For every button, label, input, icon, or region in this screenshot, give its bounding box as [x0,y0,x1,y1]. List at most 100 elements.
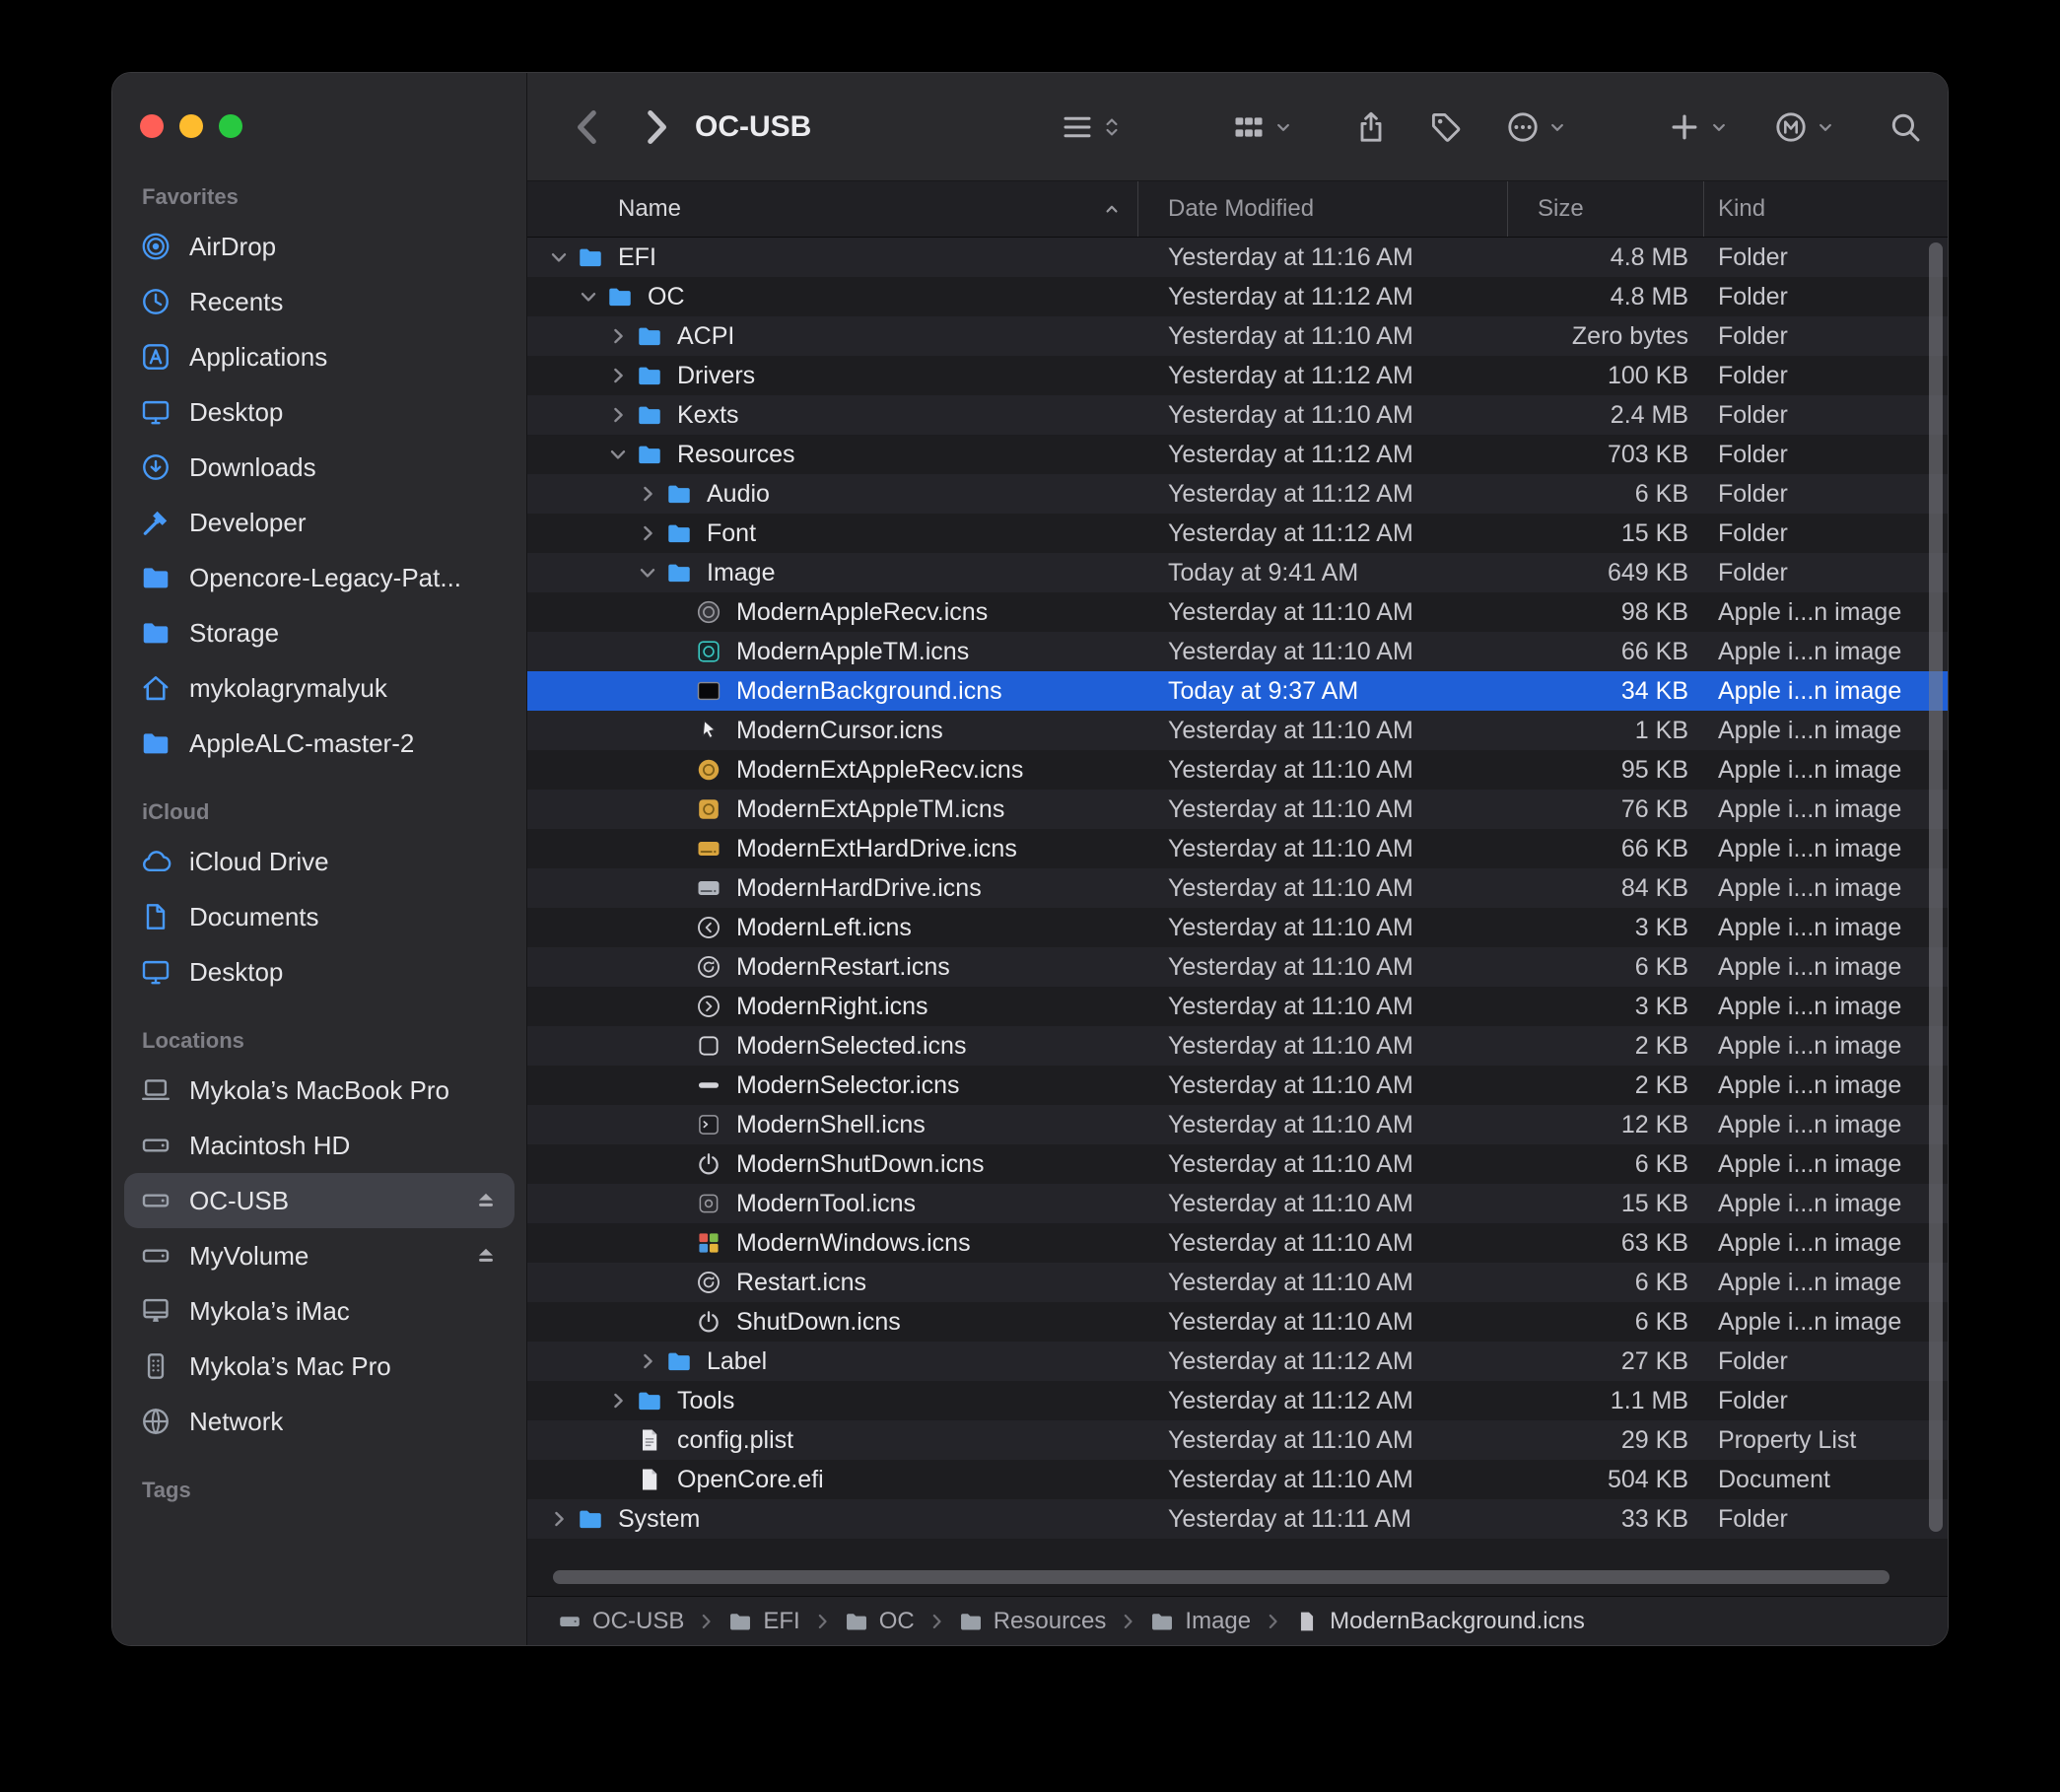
disclosure-triangle[interactable] [606,1389,630,1413]
sidebar-item-opencore-legacy-pat[interactable]: Opencore-Legacy-Pat... [124,550,515,605]
breadcrumb-item-efi[interactable]: EFI [727,1608,799,1635]
file-row-modernleft-icns[interactable]: ModernLeft.icnsYesterday at 11:10 AM3 KB… [527,908,1948,947]
eject-icon[interactable] [473,1243,499,1269]
minimize-button[interactable] [179,114,203,138]
group-button[interactable] [1231,105,1295,149]
desktop-icon [140,956,172,988]
file-row-modernharddrive-icns[interactable]: ModernHardDrive.icnsYesterday at 11:10 A… [527,868,1948,908]
eject-icon[interactable] [473,1188,499,1213]
file-row-system[interactable]: SystemYesterday at 11:11 AM33 KBFolder [527,1499,1948,1539]
size-cell: 2 KB [1508,1071,1704,1100]
file-row-modernbackground-icns[interactable]: ModernBackground.icnsToday at 9:37 AM34 … [527,671,1948,711]
file-row-opencore-efi[interactable]: OpenCore.efiYesterday at 11:10 AM504 KBD… [527,1460,1948,1499]
file-row-modernextappletm-icns[interactable]: ModernExtAppleTM.icnsYesterday at 11:10 … [527,790,1948,829]
file-row-kexts[interactable]: KextsYesterday at 11:10 AM2.4 MBFolder [527,395,1948,435]
breadcrumb-item-resources[interactable]: Resources [958,1608,1107,1635]
sidebar-item-mykolagrymalyuk[interactable]: mykolagrymalyuk [124,660,515,716]
file-row-efi[interactable]: EFIYesterday at 11:16 AM4.8 MBFolder [527,238,1948,277]
file-row-moderntool-icns[interactable]: ModernTool.icnsYesterday at 11:10 AM15 K… [527,1184,1948,1223]
sidebar-item-storage[interactable]: Storage [124,605,515,660]
column-header-date-modified[interactable]: Date Modified [1138,181,1508,237]
sidebar-item-documents[interactable]: Documents [124,889,515,944]
file-row-modernextapplerecv-icns[interactable]: ModernExtAppleRecv.icnsYesterday at 11:1… [527,750,1948,790]
file-row-modernextharddrive-icns[interactable]: ModernExtHardDrive.icnsYesterday at 11:1… [527,829,1948,868]
file-row-tools[interactable]: ToolsYesterday at 11:12 AM1.1 MBFolder [527,1381,1948,1420]
back-button[interactable] [565,103,612,151]
column-header-size[interactable]: Size [1508,181,1704,237]
account-button[interactable] [1773,105,1837,149]
file-row-config-plist[interactable]: config.plistYesterday at 11:10 AM29 KBPr… [527,1420,1948,1460]
file-row-image[interactable]: ImageToday at 9:41 AM649 KBFolder [527,553,1948,592]
sort-ascending-icon [1100,197,1124,221]
sidebar-item-mykola-s-mac-pro[interactable]: Mykola’s Mac Pro [124,1339,515,1394]
vertical-scrollbar[interactable] [1929,242,1943,1532]
forward-button[interactable] [632,103,679,151]
file-row-modernshutdown-icns[interactable]: ModernShutDown.icnsYesterday at 11:10 AM… [527,1144,1948,1184]
file-row-modernright-icns[interactable]: ModernRight.icnsYesterday at 11:10 AM3 K… [527,987,1948,1026]
file-row-modernshell-icns[interactable]: ModernShell.icnsYesterday at 11:10 AM12 … [527,1105,1948,1144]
sidebar-item-downloads[interactable]: Downloads [124,440,515,495]
disclosure-triangle[interactable] [606,364,630,387]
disclosure-triangle[interactable] [636,521,659,545]
disclosure-triangle[interactable] [606,403,630,427]
disclosure-triangle[interactable] [577,285,600,309]
disclosure-spacer [665,916,689,939]
file-row-modernapplerecv-icns[interactable]: ModernAppleRecv.icnsYesterday at 11:10 A… [527,592,1948,632]
sidebar-item-airdrop[interactable]: AirDrop [124,219,515,274]
sidebar-item-applealc-master-2[interactable]: AppleALC-master-2 [124,716,515,771]
disclosure-triangle[interactable] [547,1507,571,1531]
sidebar-item-recents[interactable]: Recents [124,274,515,329]
file-row-oc[interactable]: OCYesterday at 11:12 AM4.8 MBFolder [527,277,1948,316]
file-row-moderncursor-icns[interactable]: ModernCursor.icnsYesterday at 11:10 AM1 … [527,711,1948,750]
more-button[interactable] [1505,105,1569,149]
disclosure-triangle[interactable] [636,561,659,585]
horizontal-scrollbar[interactable] [553,1570,1889,1584]
view-options-button[interactable] [1060,105,1124,149]
add-button[interactable] [1667,105,1731,149]
column-header-kind[interactable]: Kind [1704,181,1948,237]
zoom-button[interactable] [219,114,242,138]
file-row-shutdown-icns[interactable]: ShutDown.icnsYesterday at 11:10 AM6 KBAp… [527,1302,1948,1342]
breadcrumb-item-oc-usb[interactable]: OC-USB [557,1608,684,1635]
sidebar-item-oc-usb[interactable]: OC-USB [124,1173,515,1228]
disclosure-triangle[interactable] [606,443,630,466]
sidebar-item-desktop[interactable]: Desktop [124,384,515,440]
sidebar-item-applications[interactable]: Applications [124,329,515,384]
disclosure-triangle[interactable] [636,1349,659,1373]
share-button[interactable] [1353,105,1389,149]
close-button[interactable] [140,114,164,138]
disclosure-triangle[interactable] [636,482,659,506]
sidebar-item-macintosh-hd[interactable]: Macintosh HD [124,1118,515,1173]
file-row-modernselector-icns[interactable]: ModernSelector.icnsYesterday at 11:10 AM… [527,1066,1948,1105]
file-row-label[interactable]: LabelYesterday at 11:12 AM27 KBFolder [527,1342,1948,1381]
sidebar-item-icloud-drive[interactable]: iCloud Drive [124,834,515,889]
file-row-modernwindows-icns[interactable]: ModernWindows.icnsYesterday at 11:10 AM6… [527,1223,1948,1263]
file-row-resources[interactable]: ResourcesYesterday at 11:12 AM703 KBFold… [527,435,1948,474]
breadcrumb-item-oc[interactable]: OC [844,1608,915,1635]
sidebar-item-network[interactable]: Network [124,1394,515,1449]
column-header-name[interactable]: Name [527,181,1138,237]
file-row-font[interactable]: FontYesterday at 11:12 AM15 KBFolder [527,514,1948,553]
file-row-acpi[interactable]: ACPIYesterday at 11:10 AMZero bytesFolde… [527,316,1948,356]
file-row-modernrestart-icns[interactable]: ModernRestart.icnsYesterday at 11:10 AM6… [527,947,1948,987]
search-button[interactable] [1888,105,1923,149]
date-modified-cell: Yesterday at 11:10 AM [1138,914,1508,942]
file-row-audio[interactable]: AudioYesterday at 11:12 AM6 KBFolder [527,474,1948,514]
file-row-modernselected-icns[interactable]: ModernSelected.icnsYesterday at 11:10 AM… [527,1026,1948,1066]
sidebar-item-developer[interactable]: Developer [124,495,515,550]
breadcrumb-separator [812,1612,832,1631]
disclosure-spacer [665,1073,689,1097]
sidebar-item-desktop[interactable]: Desktop [124,944,515,999]
disclosure-triangle[interactable] [606,324,630,348]
file-row-drivers[interactable]: DriversYesterday at 11:12 AM100 KBFolder [527,356,1948,395]
vertical-scrollbar-thumb[interactable] [1929,242,1943,1532]
breadcrumb-item-image[interactable]: Image [1149,1608,1251,1635]
file-row-restart-icns[interactable]: Restart.icnsYesterday at 11:10 AM6 KBApp… [527,1263,1948,1302]
tag-button[interactable] [1428,105,1464,149]
sidebar-item-myvolume[interactable]: MyVolume [124,1228,515,1283]
sidebar-item-mykola-s-macbook-pro[interactable]: Mykola’s MacBook Pro [124,1063,515,1118]
sidebar-item-mykola-s-imac[interactable]: Mykola’s iMac [124,1283,515,1339]
disclosure-triangle[interactable] [547,245,571,269]
breadcrumb-item-modernbackground-icns[interactable]: ModernBackground.icns [1294,1608,1585,1635]
file-row-modernappletm-icns[interactable]: ModernAppleTM.icnsYesterday at 11:10 AM6… [527,632,1948,671]
